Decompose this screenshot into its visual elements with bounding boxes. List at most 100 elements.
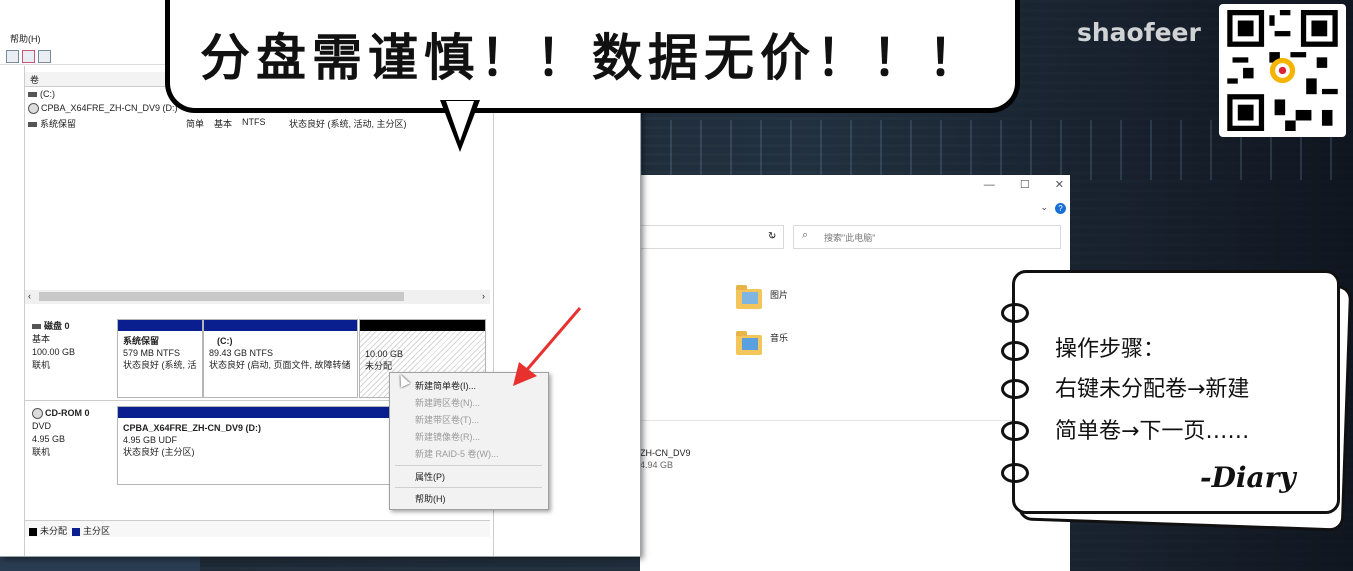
disk0-title: 磁盘 0 [44, 321, 70, 331]
bubble-tail-inner [446, 101, 474, 141]
partition-name: (C:) [217, 336, 233, 346]
menu-separator [395, 465, 542, 466]
disk0-state: 联机 [32, 360, 51, 370]
ring-icon [1001, 379, 1029, 399]
volume-fs: NTFS [242, 117, 266, 127]
unallocated-bar [360, 320, 485, 331]
partition-status: 状态良好 (系统, 活 [123, 360, 197, 370]
menu-help[interactable]: 帮助(H) [10, 32, 41, 45]
scroll-thumb[interactable] [39, 292, 404, 301]
volume-status: 状态良好 (系统, 活动, 主分区) [289, 119, 407, 129]
legend: 未分配 主分区 [25, 520, 490, 537]
menu-separator [395, 487, 542, 488]
note-signature: -Diary [1200, 461, 1296, 494]
cdrom0-size: 4.95 GB [32, 434, 66, 444]
music-folder-icon[interactable] [736, 331, 762, 355]
partition-status: 状态良好 (启动, 页面文件, 故障转储 [209, 360, 351, 370]
primary-partition-bar [204, 320, 357, 331]
partition-status: 状态良好 (主分区) [123, 447, 195, 457]
divider [640, 420, 1070, 421]
dvd-drive-size: 4.94 GB [640, 460, 674, 470]
banner-text: 分盘需谨慎！！数据无价！！！ [200, 29, 984, 87]
search-placeholder: 搜索"此电脑" [824, 233, 876, 243]
menu-item-new-raid5-volume: 新建 RAID-5 卷(W)... [415, 449, 499, 459]
file-explorer-window: — ☐ ✕ ⌄ ? ⌄ ↻ ⌕ 搜索"此电脑" 图片 音乐 ZH-CN_DV9 … [640, 175, 1070, 571]
ring-icon [1001, 463, 1029, 483]
disk0-size: 100.00 GB [32, 347, 76, 357]
volume-name: 系统保留 [40, 119, 77, 129]
address-bar[interactable]: ⌄ [640, 225, 784, 249]
volume-name: CPBA_X64FRE_ZH-CN_DV9 (D:) [41, 103, 178, 113]
folder-label-music[interactable]: 音乐 [770, 331, 788, 344]
volume-type: 基本 [214, 119, 233, 129]
disk0-info[interactable]: 磁盘 0 基本 100.00 GB 联机 [32, 320, 75, 372]
help-icon[interactable]: ? [1055, 203, 1066, 214]
menu-item-new-spanned-volume: 新建跨区卷(N)... [415, 398, 480, 408]
window-controls: — ☐ ✕ [962, 178, 1064, 191]
disk0-type: 基本 [32, 334, 51, 344]
notebook-card: 操作步骤： 右键未分配卷→新建 简单卷→下一页…… -Diary [1001, 270, 1340, 514]
search-icon: ⌕ [802, 229, 809, 241]
menu-item-new-mirrored-volume: 新建镜像卷(R)... [415, 432, 480, 442]
cdrom0-type: DVD [32, 421, 52, 431]
note-line-2: 右键未分配卷→新建 [1055, 377, 1250, 402]
partition-c[interactable]: (C:) 89.43 GB NTFS 状态良好 (启动, 页面文件, 故障转储 [203, 319, 358, 398]
menu-item-new-simple-volume[interactable]: 新建简单卷(I)... [415, 379, 476, 392]
maximize-button[interactable]: ☐ [1020, 179, 1030, 191]
partition-system-reserved[interactable]: 系统保留 579 MB NTFS 状态良好 (系统, 活 [117, 319, 203, 398]
legend-primary: 主分区 [83, 526, 111, 536]
scroll-left-icon[interactable]: ‹ [28, 291, 31, 301]
toolbar-check-icon[interactable] [22, 50, 35, 63]
horizontal-scrollbar[interactable]: ‹ › [25, 290, 490, 304]
column-header-volume[interactable]: 卷 [30, 73, 39, 86]
minimize-button[interactable]: — [984, 179, 995, 191]
legend-primary-swatch [72, 527, 81, 536]
folder-label-pictures[interactable]: 图片 [770, 288, 788, 301]
partition-status: 未分配 [365, 361, 393, 371]
volume-name: (C:) [40, 89, 55, 99]
ring-icon [1001, 341, 1029, 361]
partition-size: 579 MB NTFS [123, 348, 181, 358]
toolbar-properties-icon[interactable] [38, 50, 51, 63]
legend-unallocated-swatch [29, 527, 37, 536]
scroll-right-icon[interactable]: › [482, 291, 485, 301]
note-line-3: 简单卷→下一页…… [1055, 419, 1250, 444]
primary-partition-bar [118, 320, 202, 331]
partition-size: 89.43 GB NTFS [209, 348, 274, 358]
volume-row[interactable]: 系统保留 简单 基本 NTFS 状态良好 (系统, 活动, 主分区) [28, 117, 407, 130]
pictures-folder-icon[interactable] [736, 285, 762, 309]
cdrom0-state: 联机 [32, 447, 51, 457]
menu-item-properties[interactable]: 属性(P) [415, 470, 445, 483]
partition-size: 4.95 GB UDF [123, 435, 178, 445]
partition-size: 10.00 GB [365, 349, 404, 359]
red-arrow-icon [513, 307, 582, 386]
background-strip [0, 555, 200, 571]
legend-unallocated: 未分配 [40, 526, 68, 536]
close-button[interactable]: ✕ [1055, 179, 1064, 191]
chevron-down-icon[interactable]: ⌄ [1040, 202, 1048, 213]
disk-icon [32, 324, 41, 330]
menu-item-new-striped-volume: 新建带区卷(T)... [415, 415, 479, 425]
partition-name: 系统保留 [123, 336, 160, 346]
ring-icon [1001, 421, 1029, 441]
drive-icon [28, 92, 37, 98]
dvd-drive-name[interactable]: ZH-CN_DV9 [640, 448, 691, 458]
cdrom0-title: CD-ROM 0 [45, 408, 90, 418]
volume-row[interactable]: CPBA_X64FRE_ZH-CN_DV9 (D:) [28, 103, 178, 115]
cd-icon [32, 408, 43, 420]
qr-pattern [1227, 10, 1338, 131]
toolbar-disk-icon[interactable] [6, 50, 19, 63]
drive-icon [28, 122, 37, 128]
search-input[interactable]: ⌕ 搜索"此电脑" [793, 225, 1061, 249]
cdrom0-info[interactable]: CD-ROM 0 DVD 4.95 GB 联机 [32, 407, 90, 459]
qr-code-icon [1219, 4, 1346, 137]
menu-item-help[interactable]: 帮助(H) [415, 492, 446, 505]
cd-icon [28, 103, 39, 115]
volume-row[interactable]: (C:) [28, 89, 55, 99]
context-menu: 新建简单卷(I)... 新建跨区卷(N)... 新建带区卷(T)... 新建镜像… [389, 372, 549, 510]
watermark: shaofeer [1077, 18, 1201, 47]
refresh-icon[interactable]: ↻ [768, 231, 776, 242]
volume-layout: 简单 [186, 119, 205, 129]
note-line-1: 操作步骤： [1055, 337, 1166, 362]
ring-icon [1001, 303, 1029, 323]
